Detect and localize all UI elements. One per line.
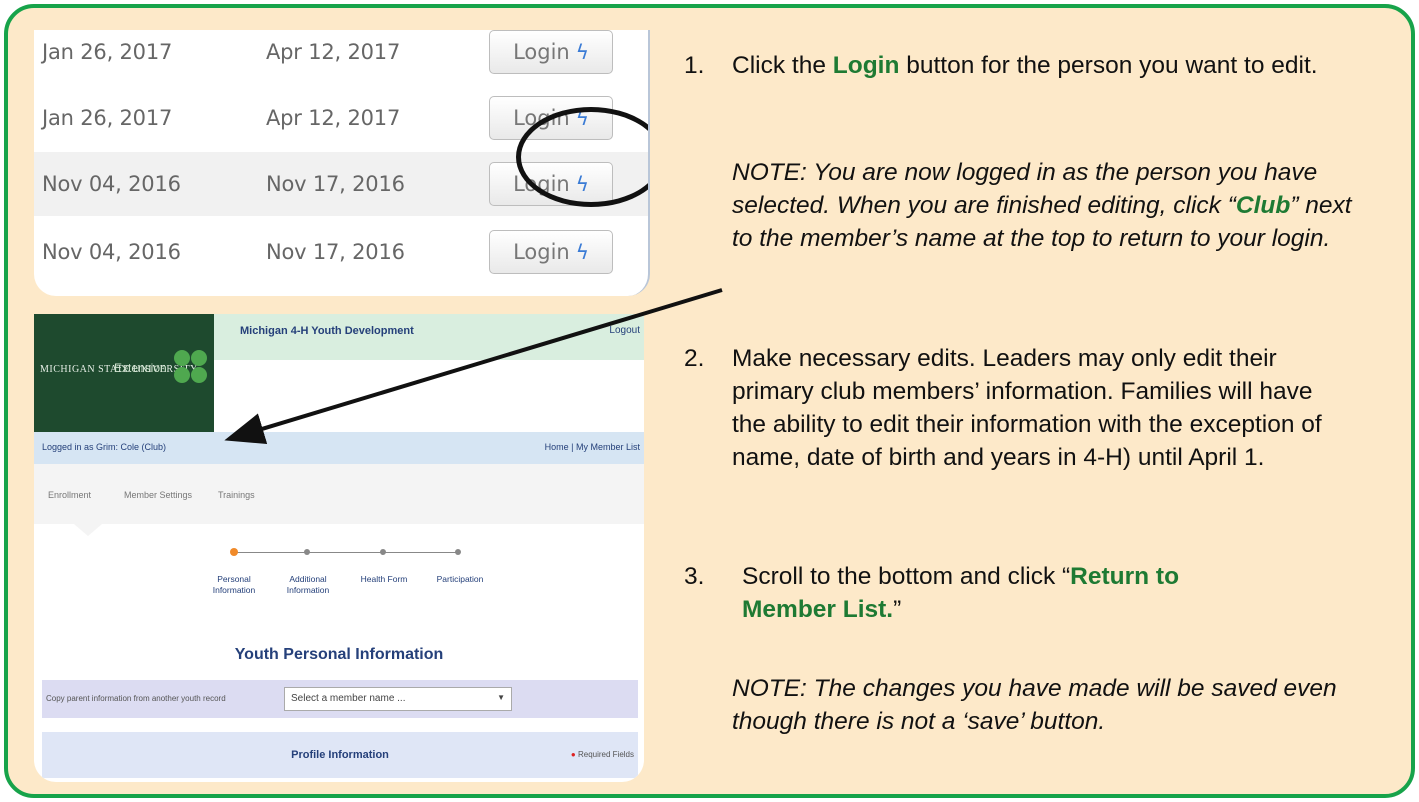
- step-text: Scroll to the bottom and click “Return t…: [742, 560, 1262, 626]
- table-row: Jan 26, 2017 Apr 12, 2017 Login ϟ: [34, 30, 648, 84]
- logo-extension-text: Extension: [114, 361, 167, 375]
- logged-in-text[interactable]: Logged in as Grim: Cole (Club): [42, 442, 166, 452]
- required-icon: ●: [570, 750, 576, 759]
- chevron-down-icon: ▼: [497, 693, 505, 702]
- start-date: Jan 26, 2017: [42, 40, 173, 64]
- end-date: Apr 12, 2017: [266, 106, 401, 130]
- session-bar: Logged in as Grim: Cole (Club) Home | My…: [34, 432, 644, 464]
- login-label: Login: [513, 40, 570, 64]
- step-dot: [304, 549, 310, 555]
- login-table-screenshot: Jan 26, 2017 Apr 12, 2017 Login ϟ Jan 26,…: [34, 30, 650, 296]
- tab-enrollment[interactable]: Enrollment: [48, 490, 91, 500]
- step-number: 2.: [684, 345, 705, 372]
- copy-parent-bar: Copy parent information from another you…: [42, 680, 638, 718]
- text-run: NOTE: You are now logged in as the perso…: [732, 159, 1318, 219]
- note-1: NOTE: You are now logged in as the perso…: [732, 156, 1352, 255]
- required-text: Required Fields: [577, 750, 634, 759]
- text-run: Click the: [732, 52, 833, 79]
- end-date: Nov 17, 2016: [266, 240, 405, 264]
- emphasis: Login: [832, 52, 900, 79]
- text-run: Scroll to the bottom and click “: [742, 563, 1071, 590]
- text-run: button for the person you want to edit.: [899, 52, 1318, 79]
- sign-in-icon: ϟ: [575, 40, 589, 64]
- step-label[interactable]: Participation: [428, 574, 492, 585]
- active-tab-pointer: [74, 524, 102, 536]
- select-value: Select a member name ...: [291, 693, 406, 704]
- tab-bar: Enrollment Member Settings Trainings: [34, 464, 644, 524]
- required-note: ● Required Fields: [571, 750, 634, 759]
- profile-header: Profile Information ● Required Fields: [42, 732, 638, 778]
- end-date: Nov 17, 2016: [266, 172, 405, 196]
- step-number: 3.: [684, 563, 705, 590]
- text-run: ”: [893, 596, 902, 623]
- start-date: Nov 04, 2016: [42, 172, 181, 196]
- step-dot: [380, 549, 386, 555]
- login-button[interactable]: Login ϟ: [489, 30, 613, 74]
- sign-in-icon: ϟ: [575, 240, 589, 264]
- login-button[interactable]: Login ϟ: [489, 230, 613, 274]
- step-label[interactable]: Health Form: [352, 574, 416, 585]
- member-page-screenshot: MICHIGAN STATE UNIVERSITY Extension Mich…: [34, 314, 644, 782]
- note-3: NOTE: The changes you have made will be …: [732, 675, 1337, 735]
- nav-links[interactable]: Home | My Member List: [545, 442, 640, 452]
- table-row: Nov 04, 2016 Nov 17, 2016 Login ϟ: [34, 220, 648, 284]
- header-title: Michigan 4-H Youth Development: [240, 325, 414, 337]
- login-label: Login: [513, 240, 570, 264]
- start-date: Jan 26, 2017: [42, 106, 173, 130]
- member-select[interactable]: Select a member name ... ▼: [284, 687, 512, 711]
- msu-extension-logo: MICHIGAN STATE UNIVERSITY Extension: [34, 314, 214, 432]
- step-number: 1.: [684, 52, 705, 79]
- tab-trainings[interactable]: Trainings: [218, 490, 255, 500]
- step-label[interactable]: Personal Information: [202, 574, 266, 596]
- step-text: Click the Login button for the person yo…: [732, 49, 1352, 82]
- step-label[interactable]: Additional Information: [276, 574, 340, 596]
- section-title: Youth Personal Information: [234, 646, 444, 663]
- copy-label: Copy parent information from another you…: [46, 694, 226, 703]
- clover-icon: [174, 350, 208, 384]
- emphasis: Club: [1235, 192, 1291, 219]
- logout-link[interactable]: Logout: [609, 325, 640, 336]
- step-dot: [230, 548, 238, 556]
- profile-title: Profile Information: [291, 749, 389, 761]
- step-dot: [455, 549, 461, 555]
- start-date: Nov 04, 2016: [42, 240, 181, 264]
- end-date: Apr 12, 2017: [266, 40, 401, 64]
- step-text: Make necessary edits. Leaders may only e…: [732, 345, 1322, 471]
- instruction-card: Jan 26, 2017 Apr 12, 2017 Login ϟ Jan 26,…: [4, 4, 1415, 798]
- progress-line: [232, 552, 458, 553]
- tab-member-settings[interactable]: Member Settings: [124, 490, 192, 500]
